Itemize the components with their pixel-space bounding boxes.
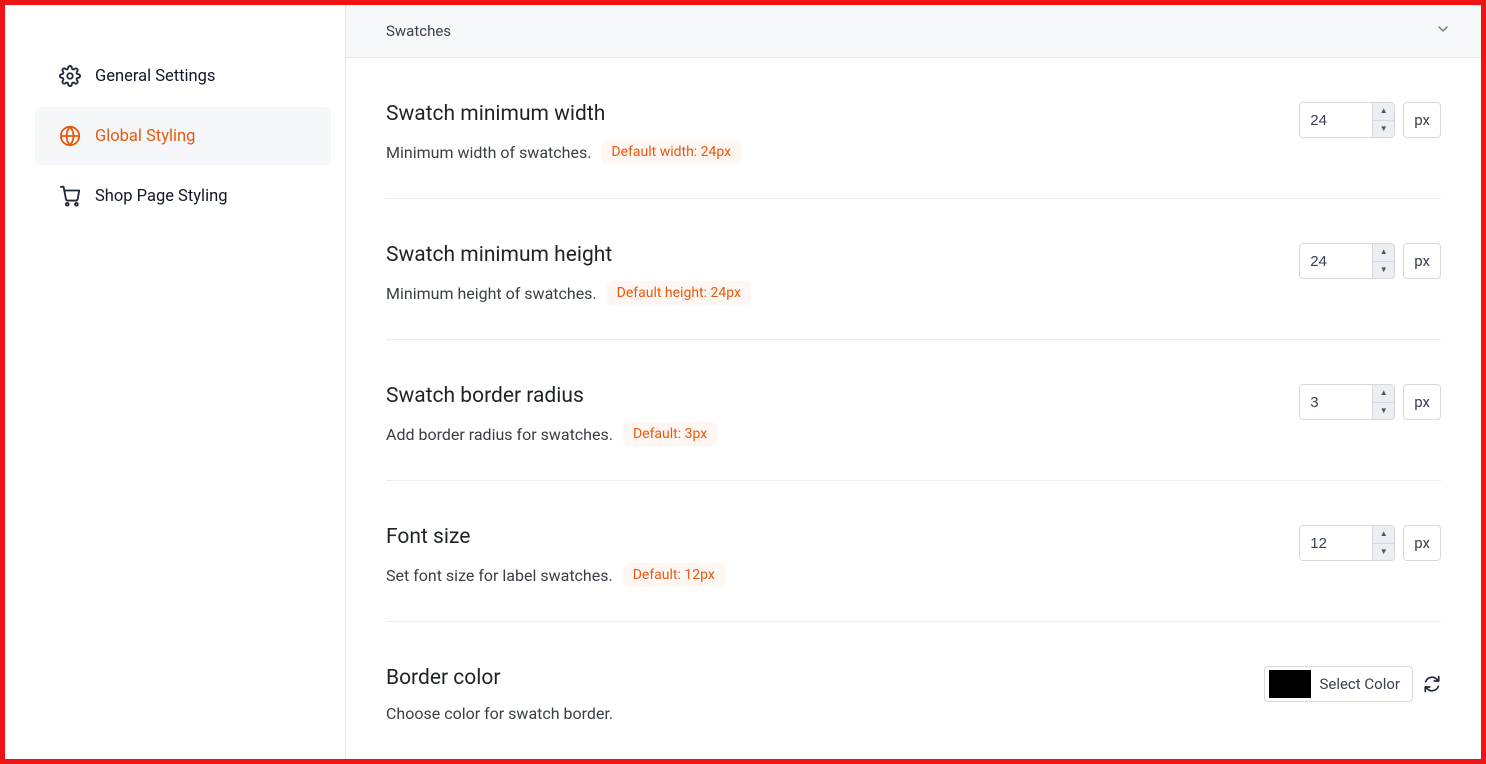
row-desc: Choose color for swatch border. <box>386 704 1234 723</box>
control-border-color: Select Color <box>1264 666 1441 702</box>
row-desc: Add border radius for swatches. Default:… <box>386 422 1269 446</box>
sidebar-item-shop-page-styling[interactable]: Shop Page Styling <box>35 167 331 225</box>
row-desc-text: Add border radius for swatches. <box>386 425 613 444</box>
unit-label: px <box>1403 384 1441 420</box>
control-min-height: ▲ ▼ px <box>1299 243 1441 279</box>
row-desc: Set font size for label swatches. Defaul… <box>386 563 1269 587</box>
spinner: ▲ ▼ <box>1372 526 1394 560</box>
spin-down-button[interactable]: ▼ <box>1373 262 1394 279</box>
sidebar: General Settings Global Styling Shop Pag… <box>5 5 345 759</box>
default-badge: Default width: 24px <box>601 140 741 164</box>
row-left: Swatch border radius Add border radius f… <box>386 384 1299 446</box>
spinner: ▲ ▼ <box>1372 385 1394 419</box>
color-picker-button[interactable]: Select Color <box>1264 666 1413 702</box>
control-min-width: ▲ ▼ px <box>1299 102 1441 138</box>
gear-icon <box>59 65 81 87</box>
row-left: Swatch minimum height Minimum height of … <box>386 243 1299 305</box>
row-font-size: Font size Set font size for label swatch… <box>386 481 1441 622</box>
control-border-radius: ▲ ▼ px <box>1299 384 1441 420</box>
row-left: Border color Choose color for swatch bor… <box>386 666 1264 723</box>
sidebar-item-label: Shop Page Styling <box>95 187 227 206</box>
unit-label: px <box>1403 243 1441 279</box>
spin-up-button[interactable]: ▲ <box>1373 526 1394 544</box>
row-title: Swatch border radius <box>386 384 1269 408</box>
spin-down-button[interactable]: ▼ <box>1373 544 1394 561</box>
control-font-size: ▲ ▼ px <box>1299 525 1441 561</box>
spin-down-button[interactable]: ▼ <box>1373 121 1394 138</box>
chevron-down-icon <box>1435 21 1451 41</box>
row-border-color: Border color Choose color for swatch bor… <box>386 622 1441 757</box>
row-desc-text: Set font size for label swatches. <box>386 566 613 585</box>
row-title: Border color <box>386 666 1234 690</box>
row-desc-text: Minimum width of swatches. <box>386 143 591 162</box>
app-frame: General Settings Global Styling Shop Pag… <box>0 0 1486 764</box>
row-swatch-min-width: Swatch minimum width Minimum width of sw… <box>386 58 1441 199</box>
color-picker-label: Select Color <box>1315 675 1412 693</box>
row-swatch-min-height: Swatch minimum height Minimum height of … <box>386 199 1441 340</box>
number-input-min-height: ▲ ▼ <box>1299 243 1395 279</box>
row-title: Swatch minimum width <box>386 102 1269 126</box>
row-desc: Minimum height of swatches. Default heig… <box>386 281 1269 305</box>
font-size-input[interactable] <box>1300 526 1372 560</box>
accordion-title: Swatches <box>386 22 451 40</box>
sidebar-item-general-settings[interactable]: General Settings <box>35 47 331 105</box>
spinner: ▲ ▼ <box>1372 103 1394 137</box>
accordion-header-swatches[interactable]: Swatches <box>346 5 1481 58</box>
sidebar-item-label: General Settings <box>95 67 215 86</box>
spin-up-button[interactable]: ▲ <box>1373 244 1394 262</box>
row-left: Font size Set font size for label swatch… <box>386 525 1299 587</box>
border-radius-input[interactable] <box>1300 385 1372 419</box>
row-swatch-border-radius: Swatch border radius Add border radius f… <box>386 340 1441 481</box>
spin-up-button[interactable]: ▲ <box>1373 385 1394 403</box>
settings-content: Swatch minimum width Minimum width of sw… <box>346 58 1481 759</box>
spin-up-button[interactable]: ▲ <box>1373 103 1394 121</box>
sidebar-item-global-styling[interactable]: Global Styling <box>35 107 331 165</box>
cart-icon <box>59 185 81 207</box>
reset-color-button[interactable] <box>1423 675 1441 693</box>
number-input-border-radius: ▲ ▼ <box>1299 384 1395 420</box>
sidebar-item-label: Global Styling <box>95 127 195 146</box>
main-panel: Swatches Swatch minimum width Minimum wi… <box>345 5 1481 759</box>
row-desc: Minimum width of swatches. Default width… <box>386 140 1269 164</box>
row-left: Swatch minimum width Minimum width of sw… <box>386 102 1299 164</box>
row-title: Font size <box>386 525 1269 549</box>
row-desc-text: Choose color for swatch border. <box>386 704 613 723</box>
number-input-min-width: ▲ ▼ <box>1299 102 1395 138</box>
default-badge: Default: 12px <box>623 563 725 587</box>
min-width-input[interactable] <box>1300 103 1372 137</box>
globe-icon <box>59 125 81 147</box>
default-badge: Default: 3px <box>623 422 717 446</box>
number-input-font-size: ▲ ▼ <box>1299 525 1395 561</box>
row-desc-text: Minimum height of swatches. <box>386 284 597 303</box>
min-height-input[interactable] <box>1300 244 1372 278</box>
unit-label: px <box>1403 525 1441 561</box>
row-title: Swatch minimum height <box>386 243 1269 267</box>
spinner: ▲ ▼ <box>1372 244 1394 278</box>
spin-down-button[interactable]: ▼ <box>1373 403 1394 420</box>
color-swatch-preview <box>1269 670 1311 698</box>
unit-label: px <box>1403 102 1441 138</box>
default-badge: Default height: 24px <box>607 281 751 305</box>
